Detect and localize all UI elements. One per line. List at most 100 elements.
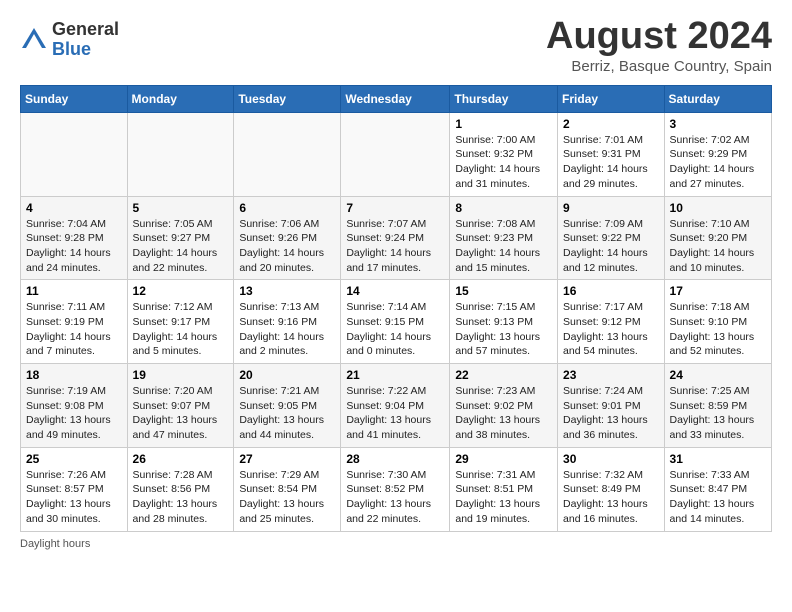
day-detail: Sunrise: 7:29 AM Sunset: 8:54 PM Dayligh… [239,469,324,525]
day-detail: Sunrise: 7:07 AM Sunset: 9:24 PM Dayligh… [346,218,431,274]
calendar-day-cell: 12Sunrise: 7:12 AM Sunset: 9:17 PM Dayli… [127,280,234,364]
day-detail: Sunrise: 7:13 AM Sunset: 9:16 PM Dayligh… [239,301,324,357]
day-detail: Sunrise: 7:18 AM Sunset: 9:10 PM Dayligh… [670,301,755,357]
day-number: 17 [670,284,766,298]
day-detail: Sunrise: 7:10 AM Sunset: 9:20 PM Dayligh… [670,218,755,274]
day-number: 1 [455,117,552,131]
day-number: 16 [563,284,659,298]
calendar-day-cell: 28Sunrise: 7:30 AM Sunset: 8:52 PM Dayli… [341,447,450,531]
day-number: 12 [133,284,229,298]
day-number: 23 [563,368,659,382]
day-number: 3 [670,117,766,131]
day-number: 5 [133,201,229,215]
day-number: 4 [26,201,122,215]
calendar-table: SundayMondayTuesdayWednesdayThursdayFrid… [20,85,772,532]
calendar-day-cell: 2 Sunrise: 7:01 AM Sunset: 9:31 PM Daylig… [558,112,665,196]
location-title: Berriz, Basque Country, Spain [546,58,772,75]
day-number: 10 [670,201,766,215]
day-detail: Sunrise: 7:33 AM Sunset: 8:47 PM Dayligh… [670,469,755,525]
logo-blue-text: Blue [52,40,119,60]
day-detail: Sunrise: 7:25 AM Sunset: 8:59 PM Dayligh… [670,385,755,441]
day-detail: Sunrise: 7:20 AM Sunset: 9:07 PM Dayligh… [133,385,218,441]
day-number: 22 [455,368,552,382]
calendar-day-cell: 30Sunrise: 7:32 AM Sunset: 8:49 PM Dayli… [558,447,665,531]
calendar-day-cell: 15 Sunrise: 7:15 AM Sunset: 9:13 PM Dayli… [450,280,558,364]
day-detail: Sunrise: 7:30 AM Sunset: 8:52 PM Dayligh… [346,469,431,525]
calendar-day-cell: 17 Sunrise: 7:18 AM Sunset: 9:10 PM Dayli… [664,280,771,364]
calendar-day-cell: 7 Sunrise: 7:07 AM Sunset: 9:24 PM Daylig… [341,196,450,280]
logo-text: General Blue [52,20,119,60]
day-number: 6 [239,201,335,215]
calendar-day-cell: 9Sunrise: 7:09 AM Sunset: 9:22 PM Daylig… [558,196,665,280]
calendar-weekday-header: Thursday [450,85,558,112]
day-detail: Sunrise: 7:17 AM Sunset: 9:12 PM Dayligh… [563,301,648,357]
day-number: 29 [455,452,552,466]
day-detail: Sunrise: 7:11 AM Sunset: 9:19 PM Dayligh… [26,301,111,357]
day-number: 15 [455,284,552,298]
calendar-day-cell: 27Sunrise: 7:29 AM Sunset: 8:54 PM Dayli… [234,447,341,531]
calendar-day-cell: 31 Sunrise: 7:33 AM Sunset: 8:47 PM Dayli… [664,447,771,531]
day-number: 19 [133,368,229,382]
calendar-day-cell: 4 Sunrise: 7:04 AM Sunset: 9:28 PM Daylig… [21,196,128,280]
calendar-week-row: 1Sunrise: 7:00 AM Sunset: 9:32 PM Daylig… [21,112,772,196]
day-detail: Sunrise: 7:05 AM Sunset: 9:27 PM Dayligh… [133,218,218,274]
day-number: 2 [563,117,659,131]
calendar-day-cell: 24Sunrise: 7:25 AM Sunset: 8:59 PM Dayli… [664,364,771,448]
day-detail: Sunrise: 7:08 AM Sunset: 9:23 PM Dayligh… [455,218,540,274]
day-detail: Sunrise: 7:31 AM Sunset: 8:51 PM Dayligh… [455,469,540,525]
calendar-day-cell: 18Sunrise: 7:19 AM Sunset: 9:08 PM Dayli… [21,364,128,448]
day-number: 13 [239,284,335,298]
calendar-week-row: 11 Sunrise: 7:11 AM Sunset: 9:19 PM Dayli… [21,280,772,364]
day-detail: Sunrise: 7:32 AM Sunset: 8:49 PM Dayligh… [563,469,648,525]
day-number: 7 [346,201,444,215]
day-detail: Sunrise: 7:02 AM Sunset: 9:29 PM Dayligh… [670,134,755,190]
day-number: 20 [239,368,335,382]
calendar-day-cell: 16 Sunrise: 7:17 AM Sunset: 9:12 PM Dayli… [558,280,665,364]
day-detail: Sunrise: 7:28 AM Sunset: 8:56 PM Dayligh… [133,469,218,525]
calendar-day-cell [21,112,128,196]
calendar-day-cell: 20Sunrise: 7:21 AM Sunset: 9:05 PM Dayli… [234,364,341,448]
calendar-weekday-header: Monday [127,85,234,112]
logo: General Blue [20,20,119,60]
day-number: 31 [670,452,766,466]
day-detail: Sunrise: 7:06 AM Sunset: 9:26 PM Dayligh… [239,218,324,274]
day-number: 9 [563,201,659,215]
calendar-weekday-header: Sunday [21,85,128,112]
day-detail: Sunrise: 7:24 AM Sunset: 9:01 PM Dayligh… [563,385,648,441]
day-detail: Sunrise: 7:01 AM Sunset: 9:31 PM Dayligh… [563,134,648,190]
day-number: 14 [346,284,444,298]
calendar-day-cell [234,112,341,196]
calendar-day-cell: 5 Sunrise: 7:05 AM Sunset: 9:27 PM Daylig… [127,196,234,280]
calendar-day-cell: 6 Sunrise: 7:06 AM Sunset: 9:26 PM Daylig… [234,196,341,280]
calendar-day-cell [127,112,234,196]
footer-note: Daylight hours [20,538,772,550]
calendar-weekday-header: Tuesday [234,85,341,112]
day-number: 11 [26,284,122,298]
header: General Blue August 2024 Berriz, Basque … [20,16,772,75]
logo-general-text: General [52,20,119,40]
day-number: 18 [26,368,122,382]
day-number: 8 [455,201,552,215]
calendar-day-cell: 13 Sunrise: 7:13 AM Sunset: 9:16 PM Dayli… [234,280,341,364]
calendar-day-cell [341,112,450,196]
calendar-week-row: 4 Sunrise: 7:04 AM Sunset: 9:28 PM Daylig… [21,196,772,280]
calendar-weekday-header: Wednesday [341,85,450,112]
calendar-day-cell: 8 Sunrise: 7:08 AM Sunset: 9:23 PM Daylig… [450,196,558,280]
calendar-week-row: 25 Sunrise: 7:26 AM Sunset: 8:57 PM Dayli… [21,447,772,531]
day-detail: Sunrise: 7:14 AM Sunset: 9:15 PM Dayligh… [346,301,431,357]
calendar-header-row: SundayMondayTuesdayWednesdayThursdayFrid… [21,85,772,112]
calendar-week-row: 18Sunrise: 7:19 AM Sunset: 9:08 PM Dayli… [21,364,772,448]
logo-icon [20,26,48,54]
calendar-day-cell: 25 Sunrise: 7:26 AM Sunset: 8:57 PM Dayli… [21,447,128,531]
calendar-day-cell: 29 Sunrise: 7:31 AM Sunset: 8:51 PM Dayli… [450,447,558,531]
day-detail: Sunrise: 7:04 AM Sunset: 9:28 PM Dayligh… [26,218,111,274]
day-detail: Sunrise: 7:23 AM Sunset: 9:02 PM Dayligh… [455,385,540,441]
calendar-weekday-header: Saturday [664,85,771,112]
calendar-day-cell: 22 Sunrise: 7:23 AM Sunset: 9:02 PM Dayli… [450,364,558,448]
day-detail: Sunrise: 7:26 AM Sunset: 8:57 PM Dayligh… [26,469,111,525]
day-number: 25 [26,452,122,466]
day-detail: Sunrise: 7:15 AM Sunset: 9:13 PM Dayligh… [455,301,540,357]
day-detail: Sunrise: 7:22 AM Sunset: 9:04 PM Dayligh… [346,385,431,441]
calendar-day-cell: 14 Sunrise: 7:14 AM Sunset: 9:15 PM Dayli… [341,280,450,364]
title-area: August 2024 Berriz, Basque Country, Spai… [546,16,772,75]
